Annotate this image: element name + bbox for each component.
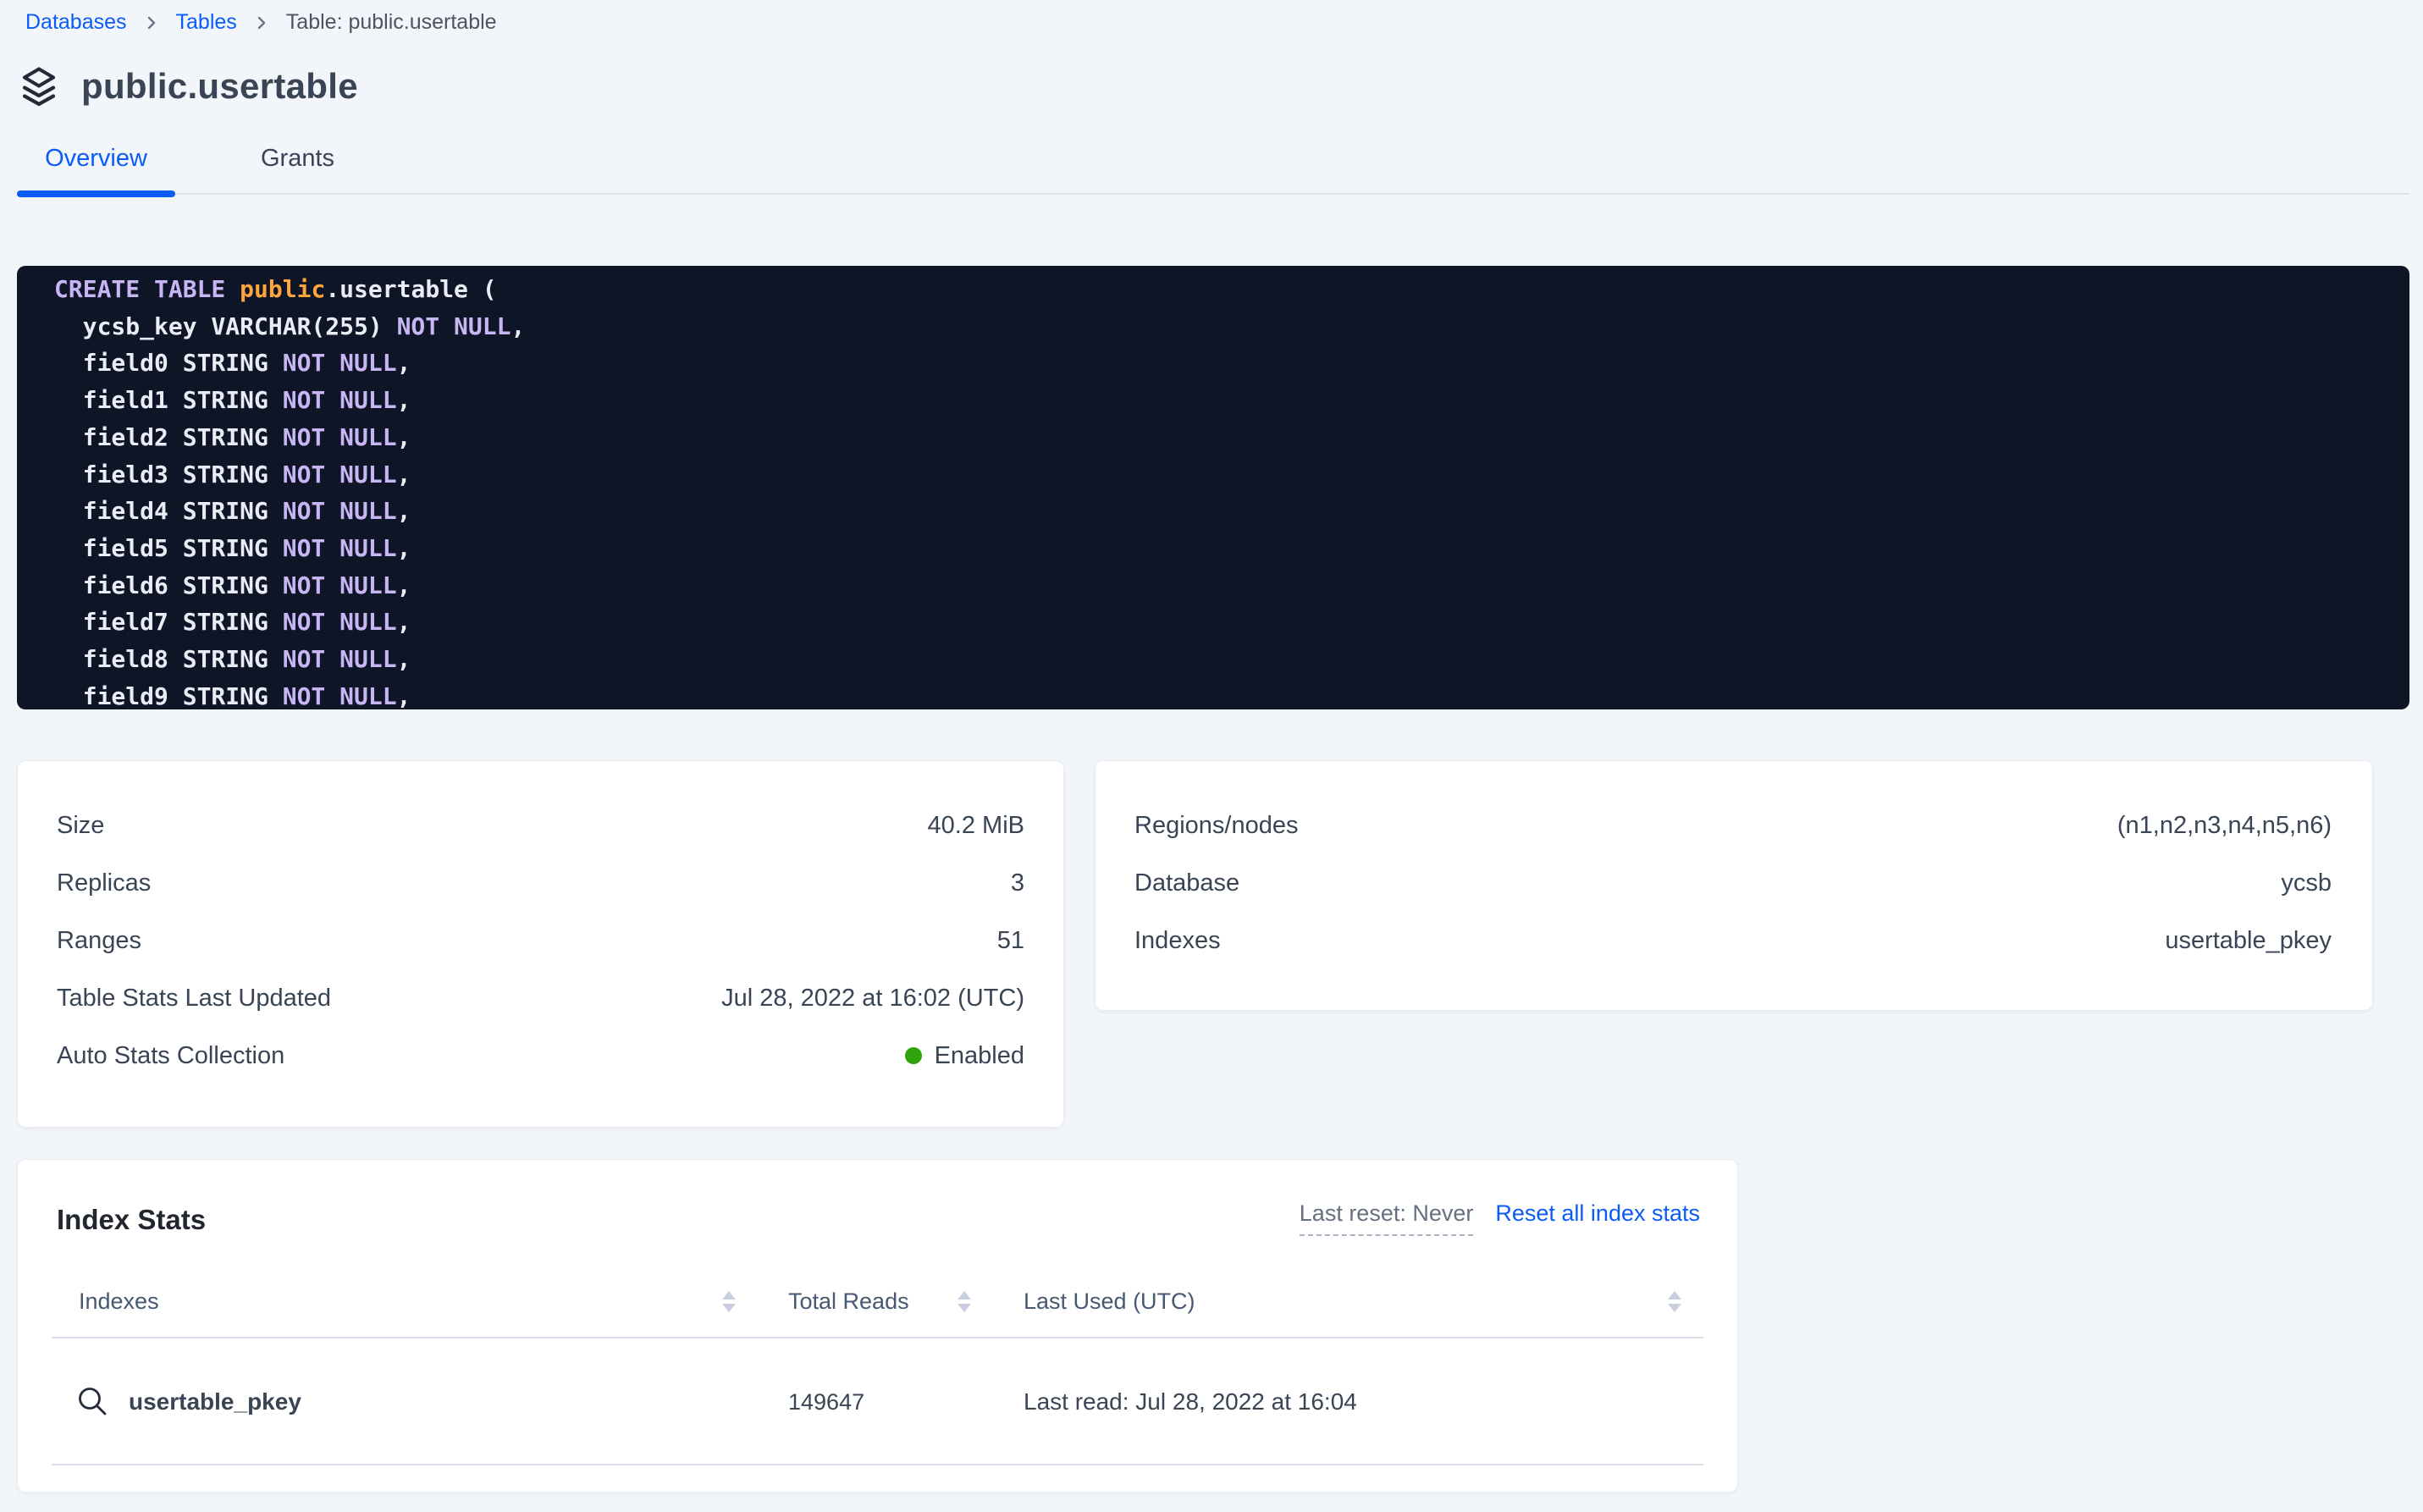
tab-grants[interactable]: Grants bbox=[218, 145, 377, 193]
summary-cards-row: Size 40.2 MiB Replicas 3 Ranges 51 Table… bbox=[17, 760, 2409, 1128]
column-header-last-used[interactable]: Last Used (UTC) bbox=[983, 1289, 1703, 1315]
page-title-row: public.usertable bbox=[17, 65, 2409, 108]
last-used-cell: Last read: Jul 28, 2022 at 16:04 bbox=[983, 1388, 1703, 1415]
stat-value: 40.2 MiB bbox=[928, 812, 1024, 840]
create-table-sql-block: CREATE TABLE public.usertable ( ycsb_key… bbox=[17, 266, 2409, 709]
breadcrumb-link-tables[interactable]: Tables bbox=[176, 10, 237, 35]
sort-icon bbox=[1668, 1291, 1681, 1312]
stat-value: (n1,n2,n3,n4,n5,n6) bbox=[2117, 812, 2332, 840]
stat-row-regions: Regions/nodes (n1,n2,n3,n4,n5,n6) bbox=[1134, 797, 2332, 854]
breadcrumb: Databases Tables Table: public.usertable bbox=[17, 10, 2409, 35]
table-placement-card: Regions/nodes (n1,n2,n3,n4,n5,n6) Databa… bbox=[1095, 760, 2373, 1011]
stat-label: Indexes bbox=[1134, 927, 1221, 955]
stat-value: 3 bbox=[1011, 869, 1024, 897]
index-stats-card: Index Stats Last reset: Never Reset all … bbox=[17, 1159, 1738, 1493]
sql-line: field2 STRING NOT NULL, bbox=[54, 419, 2393, 456]
magnifier-icon bbox=[75, 1384, 110, 1420]
stat-row-indexes: Indexes usertable_pkey bbox=[1134, 912, 2332, 969]
sql-line: field9 STRING NOT NULL, bbox=[54, 678, 2393, 709]
sql-line: field5 STRING NOT NULL, bbox=[54, 530, 2393, 567]
stat-value: usertable_pkey bbox=[2165, 927, 2332, 955]
column-header-total-reads[interactable]: Total Reads bbox=[746, 1289, 983, 1315]
index-name-cell: usertable_pkey bbox=[52, 1384, 746, 1420]
stat-value: Enabled bbox=[905, 1042, 1024, 1070]
stat-value: ycsb bbox=[2281, 869, 2332, 897]
index-stats-actions: Last reset: Never Reset all index stats bbox=[1300, 1200, 1700, 1236]
stat-value: 51 bbox=[997, 927, 1024, 955]
tab-overview[interactable]: Overview bbox=[17, 145, 175, 193]
stat-row-stats-updated: Table Stats Last Updated Jul 28, 2022 at… bbox=[57, 969, 1024, 1027]
table-details-page: Databases Tables Table: public.usertable… bbox=[0, 0, 2423, 1493]
column-label: Total Reads bbox=[788, 1289, 909, 1315]
column-label: Last Used (UTC) bbox=[1024, 1289, 1195, 1315]
stat-row-replicas: Replicas 3 bbox=[57, 854, 1024, 912]
sql-line: field0 STRING NOT NULL, bbox=[54, 345, 2393, 382]
stat-value: Jul 28, 2022 at 16:02 (UTC) bbox=[721, 985, 1024, 1013]
sort-icon bbox=[722, 1291, 736, 1312]
index-stats-table: Indexes Total Reads Last Used (UTC) bbox=[52, 1289, 1703, 1465]
status-enabled-text: Enabled bbox=[935, 1042, 1024, 1070]
stat-label: Auto Stats Collection bbox=[57, 1042, 284, 1070]
total-reads-cell: 149647 bbox=[746, 1389, 983, 1415]
stat-label: Ranges bbox=[57, 927, 141, 955]
column-label: Indexes bbox=[79, 1289, 159, 1315]
stat-label: Regions/nodes bbox=[1134, 812, 1298, 840]
page-title: public.usertable bbox=[81, 66, 358, 107]
table-stats-card: Size 40.2 MiB Replicas 3 Ranges 51 Table… bbox=[17, 760, 1064, 1128]
stat-row-ranges: Ranges 51 bbox=[57, 912, 1024, 969]
stat-label: Replicas bbox=[57, 869, 151, 897]
chevron-right-icon bbox=[255, 14, 268, 32]
stat-row-size: Size 40.2 MiB bbox=[57, 797, 1024, 854]
sql-line: field3 STRING NOT NULL, bbox=[54, 456, 2393, 494]
sort-icon bbox=[958, 1291, 971, 1312]
stat-label: Size bbox=[57, 812, 104, 840]
table-row: usertable_pkey 149647 Last read: Jul 28,… bbox=[52, 1338, 1703, 1465]
stat-row-auto-stats: Auto Stats Collection Enabled bbox=[57, 1027, 1024, 1084]
index-stats-header: Index Stats Last reset: Never Reset all … bbox=[18, 1200, 1737, 1236]
tab-bar: Overview Grants bbox=[17, 145, 2409, 195]
last-reset-label: Last reset: Never bbox=[1300, 1200, 1474, 1236]
sql-line: CREATE TABLE public.usertable ( bbox=[54, 271, 2393, 308]
sql-line: field6 STRING NOT NULL, bbox=[54, 567, 2393, 604]
breadcrumb-current: Table: public.usertable bbox=[286, 10, 497, 35]
table-stack-icon bbox=[19, 65, 59, 108]
status-enabled-dot bbox=[905, 1047, 922, 1064]
stat-row-database: Database ycsb bbox=[1134, 854, 2332, 912]
sql-line: field8 STRING NOT NULL, bbox=[54, 641, 2393, 678]
index-stats-table-header: Indexes Total Reads Last Used (UTC) bbox=[52, 1289, 1703, 1338]
index-stats-title: Index Stats bbox=[57, 1204, 206, 1236]
sql-line: field7 STRING NOT NULL, bbox=[54, 604, 2393, 641]
column-header-indexes[interactable]: Indexes bbox=[52, 1289, 746, 1315]
index-name-link[interactable]: usertable_pkey bbox=[129, 1388, 301, 1415]
stat-label: Database bbox=[1134, 869, 1239, 897]
breadcrumb-link-databases[interactable]: Databases bbox=[25, 10, 127, 35]
sql-line: ycsb_key VARCHAR(255) NOT NULL, bbox=[54, 308, 2393, 345]
chevron-right-icon bbox=[145, 14, 158, 32]
sql-line: field4 STRING NOT NULL, bbox=[54, 493, 2393, 530]
stat-label: Table Stats Last Updated bbox=[57, 985, 331, 1013]
sql-line: field1 STRING NOT NULL, bbox=[54, 382, 2393, 419]
reset-index-stats-link[interactable]: Reset all index stats bbox=[1495, 1200, 1700, 1236]
